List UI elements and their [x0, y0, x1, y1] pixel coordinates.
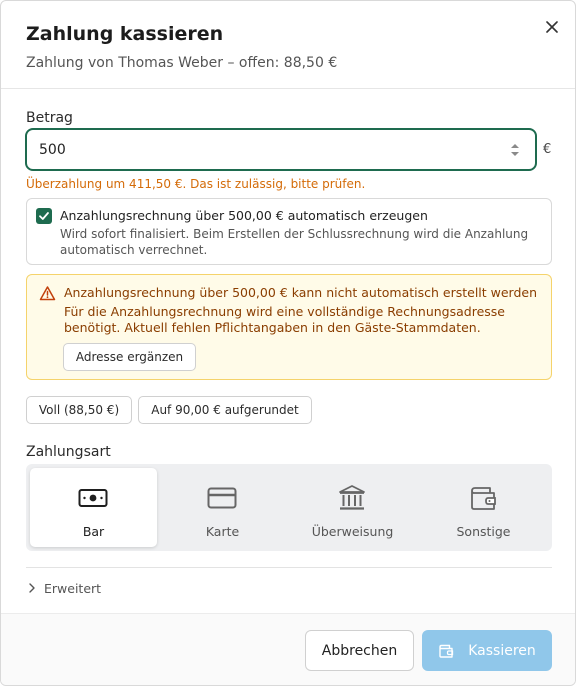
checkmark-icon	[39, 212, 49, 220]
deposit-invoice-title: Anzahlungsrechnung über 500,00 € automat…	[60, 208, 428, 223]
payment-method-label-other: Sonstige	[456, 524, 511, 539]
payment-method-label-cash: Bar	[82, 524, 105, 539]
dialog-title: Zahlung kassieren	[26, 23, 224, 45]
round-up-button[interactable]: Auf 90,00 € aufgerundet	[138, 396, 312, 424]
amount-input[interactable]	[39, 130, 499, 169]
payment-method-other[interactable]: Sonstige	[420, 468, 547, 547]
dialog-subtitle: Zahlung von Thomas Weber – offen: 88,50 …	[26, 55, 338, 71]
advanced-toggle[interactable]: Erweitert	[28, 579, 101, 597]
close-icon	[546, 21, 558, 33]
section-divider	[26, 567, 552, 568]
payment-method-label-card: Karte	[205, 524, 240, 539]
currency-suffix: €	[543, 142, 552, 157]
number-stepper-icon[interactable]	[509, 141, 521, 159]
bank-icon	[339, 485, 365, 510]
payment-method-transfer[interactable]: Überweisung	[289, 468, 416, 547]
close-button[interactable]	[541, 16, 563, 38]
cash-icon	[78, 489, 108, 507]
payment-method-label-transfer: Überweisung	[311, 524, 394, 539]
deposit-invoice-option[interactable]: Anzahlungsrechnung über 500,00 € automat…	[26, 198, 552, 265]
chevron-right-icon	[29, 583, 35, 593]
warning-triangle-icon	[39, 286, 56, 301]
payment-dialog: Zahlung kassieren Zahlung von Thomas Web…	[0, 0, 576, 686]
wallet-icon	[439, 644, 454, 658]
full-amount-button[interactable]: Voll (88,50 €)	[26, 396, 132, 424]
amount-field[interactable]	[25, 128, 537, 171]
payment-method-cash[interactable]: Bar	[30, 468, 157, 547]
advanced-label: Erweitert	[44, 580, 102, 596]
dialog-header: Zahlung kassieren Zahlung von Thomas Web…	[1, 1, 575, 89]
deposit-invoice-checkbox[interactable]	[36, 208, 52, 224]
payment-method-card[interactable]: Karte	[159, 468, 286, 547]
dialog-footer: Abbrechen Kassieren	[1, 613, 575, 685]
overpayment-warning: Überzahlung um 411,50 €. Das ist zulässi…	[26, 177, 366, 191]
address-warning-alert: Anzahlungsrechnung über 500,00 € kann ni…	[26, 274, 552, 380]
complete-address-button[interactable]: Adresse ergänzen	[63, 343, 196, 371]
cancel-button[interactable]: Abbrechen	[305, 630, 414, 671]
submit-payment-label: Kassieren	[468, 642, 536, 659]
amount-label: Betrag	[26, 110, 73, 126]
alert-title: Anzahlungsrechnung über 500,00 € kann ni…	[64, 285, 538, 300]
payment-method-selector: Bar Karte Überweisung Sonstige	[26, 464, 552, 551]
payment-method-label: Zahlungsart	[26, 444, 111, 460]
alert-description: Für die Anzahlungsrechnung wird eine vol…	[64, 304, 505, 335]
submit-payment-button[interactable]: Kassieren	[422, 630, 552, 671]
wallet-icon	[471, 487, 496, 510]
deposit-invoice-description: Wird sofort finalisiert. Beim Erstellen …	[60, 227, 529, 257]
credit-card-icon	[207, 487, 237, 509]
